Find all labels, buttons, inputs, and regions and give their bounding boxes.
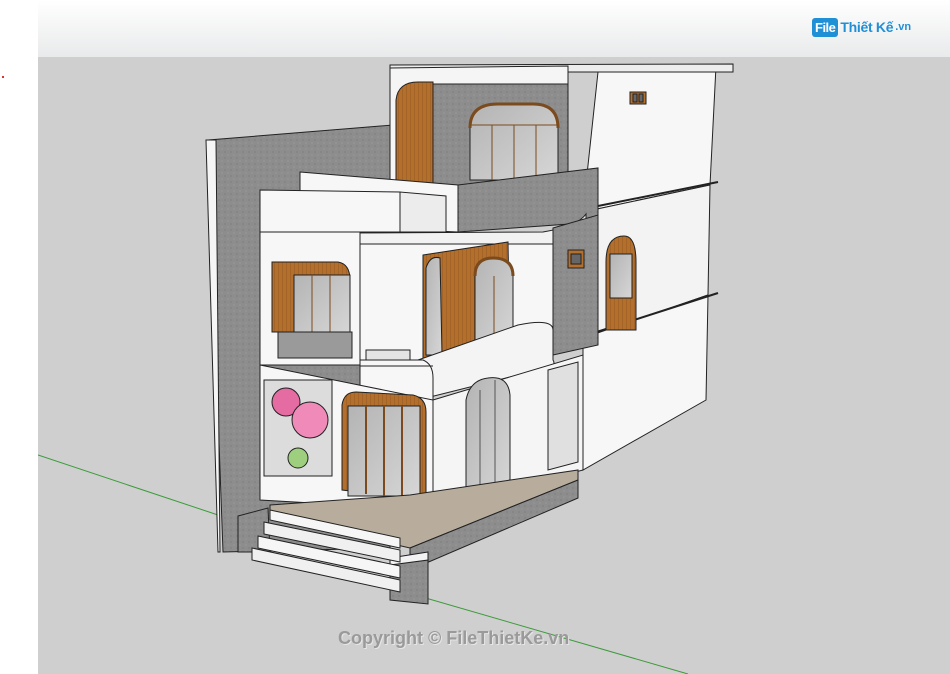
copyright-watermark: Copyright © FileThietKe.vn	[338, 628, 570, 648]
margin-marker	[2, 76, 4, 78]
logo-mark: File	[812, 17, 839, 37]
house-model[interactable]	[38, 0, 950, 674]
left-margin	[0, 0, 38, 674]
3d-viewport[interactable]: File Thiết Kế .vn Copyright © FileThietK…	[38, 0, 950, 674]
logo-name: Thiết Kế	[840, 19, 894, 35]
site-logo[interactable]: File Thiết Kế .vn	[812, 14, 911, 40]
top-floor	[389, 65, 569, 191]
logo-domain: .vn	[895, 21, 912, 33]
